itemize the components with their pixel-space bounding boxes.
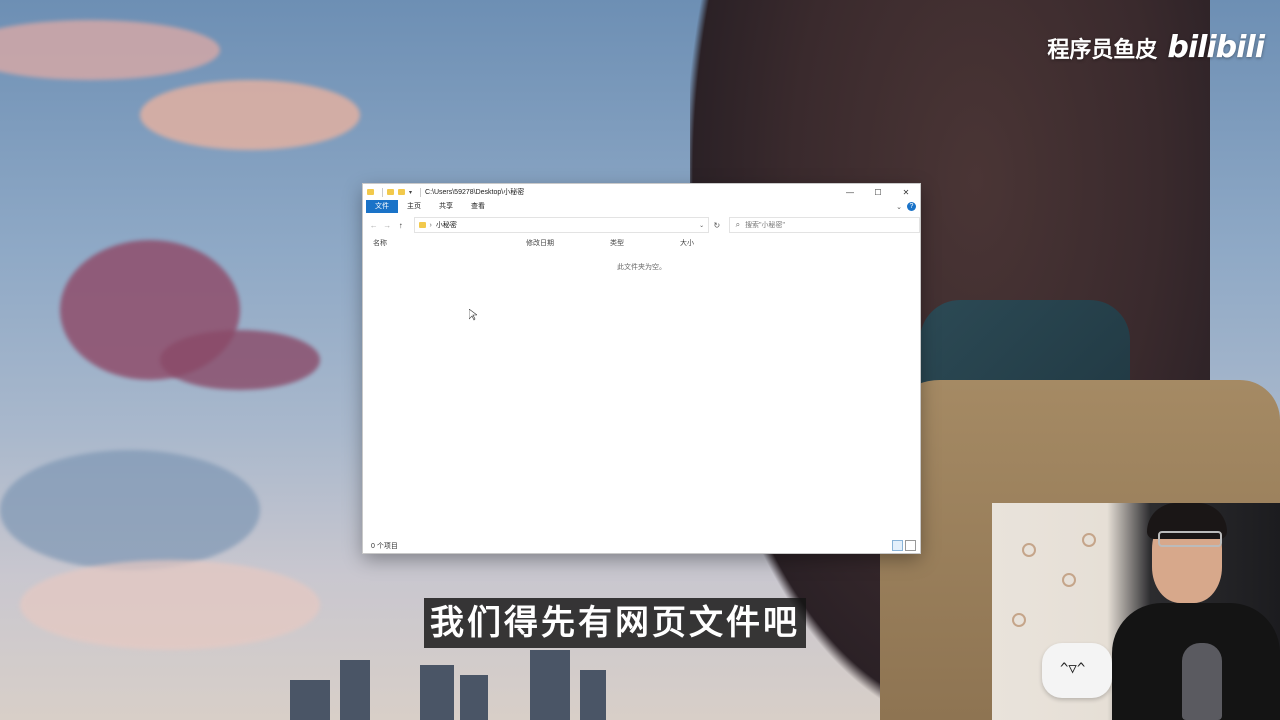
refresh-button[interactable]: ↻ <box>709 221 724 230</box>
divider <box>420 187 422 197</box>
large-icons-view-button[interactable] <box>905 540 916 551</box>
close-button[interactable]: ✕ <box>892 184 920 200</box>
help-icon[interactable]: ? <box>907 202 916 211</box>
cloud <box>160 330 320 390</box>
column-name[interactable]: 名称 <box>373 238 387 248</box>
view-toggle <box>892 540 916 551</box>
video-subtitle: 我们得先有网页文件吧 <box>424 598 806 648</box>
column-type[interactable]: 类型 <box>610 238 624 248</box>
minimize-button[interactable]: — <box>836 184 864 200</box>
maximize-button[interactable]: ☐ <box>864 184 892 200</box>
bilibili-plush-toy: ^▽^ <box>1042 643 1112 698</box>
webcam-overlay: ^▽^ <box>992 503 1280 720</box>
microphone <box>1182 643 1222 720</box>
ribbon-right-controls: ⌄ ? <box>896 202 916 211</box>
new-folder-icon[interactable] <box>398 189 405 195</box>
address-dropdown[interactable]: ⌄ <box>699 222 704 229</box>
author-name: 程序员鱼皮 <box>1047 37 1158 63</box>
empty-folder-message: 此文件夹为空。 <box>617 264 666 271</box>
cloud <box>0 450 260 570</box>
curtain-pattern <box>1062 573 1076 587</box>
divider <box>382 187 383 197</box>
cloud <box>0 20 220 80</box>
breadcrumb-separator[interactable]: › <box>430 222 432 229</box>
details-view-button[interactable] <box>892 540 903 551</box>
search-icon: ⌕ <box>735 220 741 229</box>
column-date-modified[interactable]: 修改日期 <box>526 238 554 248</box>
curtain-pattern <box>1012 613 1026 627</box>
cloud <box>140 80 360 150</box>
title-bar: ▾ C:\Users\59278\Desktop\小秘密 — ☐ ✕ <box>363 184 920 200</box>
file-explorer-window: ▾ C:\Users\59278\Desktop\小秘密 — ☐ ✕ 文件 主页… <box>363 184 920 553</box>
column-size[interactable]: 大小 <box>680 238 694 248</box>
column-headers: 名称 修改日期 类型 大小 <box>363 236 920 250</box>
tab-share[interactable]: 共享 <box>430 200 462 213</box>
window-controls: — ☐ ✕ <box>836 184 920 200</box>
status-item-count: 0 个项目 <box>371 543 398 550</box>
plush-face: ^▽^ <box>1060 661 1086 677</box>
properties-icon[interactable] <box>387 189 394 195</box>
tab-home[interactable]: 主页 <box>398 200 430 213</box>
tab-file[interactable]: 文件 <box>366 200 398 213</box>
tab-view[interactable]: 查看 <box>462 200 494 213</box>
curtain-pattern <box>1082 533 1096 547</box>
bilibili-logo: bilibili <box>1167 30 1265 65</box>
search-input[interactable]: ⌕ 搜索"小秘密" <box>728 217 920 233</box>
breadcrumb-folder[interactable]: 小秘密 <box>436 220 457 230</box>
ribbon-tabs: 文件 主页 共享 查看 ⌄ ? <box>363 200 920 213</box>
cloud <box>20 560 320 650</box>
expand-ribbon-icon[interactable]: ⌄ <box>896 203 902 211</box>
folder-icon <box>418 222 426 228</box>
channel-watermark: 程序员鱼皮 bilibili <box>1047 30 1265 65</box>
mouse-cursor-icon <box>469 309 477 321</box>
back-button[interactable]: ← <box>367 221 381 230</box>
navigation-bar: ← → ↑ › 小秘密 ⌄ ↻ ⌕ 搜索"小秘密" <box>363 216 920 234</box>
up-button[interactable]: ↑ <box>394 221 408 230</box>
folder-icon <box>367 189 374 195</box>
glasses <box>1158 531 1222 547</box>
window-title: C:\Users\59278\Desktop\小秘密 <box>425 189 525 196</box>
quick-access-dropdown[interactable]: ▾ <box>409 189 412 196</box>
address-bar[interactable]: › 小秘密 ⌄ <box>413 217 710 233</box>
curtain-pattern <box>1022 543 1036 557</box>
forward-button[interactable]: → <box>381 221 395 230</box>
search-placeholder: 搜索"小秘密" <box>745 222 786 229</box>
